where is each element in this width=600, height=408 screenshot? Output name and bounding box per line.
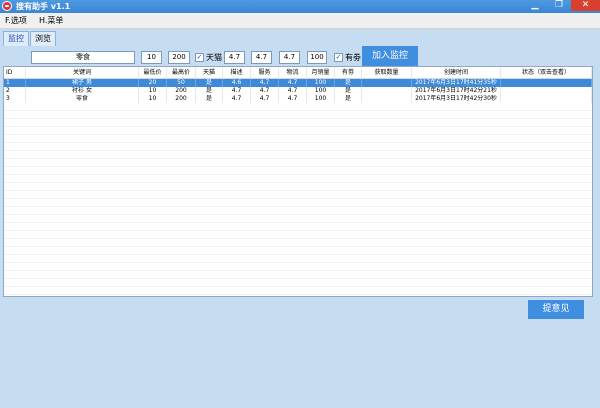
col-header-fetch-count[interactable]: 获取数量	[362, 67, 412, 78]
col-header-min-price[interactable]: 最低价	[139, 67, 167, 78]
describe-input[interactable]: 4.7	[224, 51, 245, 64]
col-header-tmall[interactable]: 天猫	[196, 67, 223, 78]
close-button[interactable]: ✕	[571, 0, 600, 11]
cell-service: 4.7	[251, 95, 279, 103]
cell-monthly-sales: 100	[307, 87, 335, 95]
cell-created-time: 2017年6月3日17时42分30秒	[412, 95, 501, 103]
col-header-logistics[interactable]: 物流	[279, 67, 307, 78]
cell-min-price: 10	[139, 87, 167, 95]
cell-keyword: 零食	[26, 95, 139, 103]
cell-tmall: 是	[196, 79, 223, 87]
app-icon	[2, 1, 12, 11]
feedback-button[interactable]: 提意见	[528, 300, 584, 319]
cell-tmall: 是	[196, 87, 223, 95]
monitor-table[interactable]: ID 关键词 最低价 最高价 天猫 描述 服务 物流 月销量 有劵 获取数量 创…	[3, 66, 593, 297]
tmall-checkbox[interactable]: ✓	[195, 53, 204, 62]
table-row[interactable]: 2 衬衫 女 10 200 是 4.7 4.7 4.7 100 是 2017年6…	[4, 87, 592, 95]
menu-bar: F.选项 H.菜单	[0, 13, 600, 29]
table-row[interactable]: 1 裙子 男 20 50 是 4.6 4.7 4.7 100 是 2017年6月…	[4, 79, 592, 87]
col-header-status[interactable]: 状态（双击查看）	[501, 67, 592, 78]
maximize-button[interactable]: ❐	[548, 0, 570, 11]
cell-monthly-sales: 100	[307, 79, 335, 87]
cell-monthly-sales: 100	[307, 95, 335, 103]
cell-status	[501, 87, 592, 95]
monthly-sales-input[interactable]: 100	[307, 51, 327, 64]
cell-service: 4.7	[251, 87, 279, 95]
cell-id: 1	[4, 79, 26, 87]
keyword-input[interactable]: 零食	[31, 51, 135, 64]
col-header-keyword[interactable]: 关键词	[26, 67, 139, 78]
cell-id: 3	[4, 95, 26, 103]
cell-fetch-count	[362, 87, 412, 95]
cell-describe: 4.6	[223, 79, 251, 87]
col-header-created-time[interactable]: 创建时间	[412, 67, 501, 78]
table-row[interactable]: 3 零食 10 200 是 4.7 4.7 4.7 100 是 2017年6月3…	[4, 95, 592, 103]
min-price-input[interactable]: 10	[141, 51, 162, 64]
tab-monitor[interactable]: 监控	[3, 31, 29, 46]
logistics-input[interactable]: 4.7	[279, 51, 300, 64]
cell-id: 2	[4, 87, 26, 95]
cell-describe: 4.7	[223, 87, 251, 95]
cell-max-price: 200	[167, 95, 196, 103]
cell-logistics: 4.7	[279, 79, 307, 87]
col-header-service[interactable]: 服务	[251, 67, 279, 78]
coupon-label: 有劵	[345, 53, 361, 62]
cell-coupon: 是	[335, 79, 362, 87]
cell-describe: 4.7	[223, 95, 251, 103]
cell-created-time: 2017年6月3日17时42分21秒	[412, 87, 501, 95]
table-header: ID 关键词 最低价 最高价 天猫 描述 服务 物流 月销量 有劵 获取数量 创…	[4, 67, 592, 79]
cell-created-time: 2017年6月3日17时41分35秒	[412, 79, 501, 87]
cell-status	[501, 95, 592, 103]
cell-coupon: 是	[335, 87, 362, 95]
title-bar: 搜有助手 v1.1 ▁ ❐ ✕	[0, 0, 600, 13]
tmall-label: 天猫	[206, 53, 222, 62]
menu-options[interactable]: F.选项	[5, 16, 27, 26]
cell-logistics: 4.7	[279, 87, 307, 95]
tab-browse[interactable]: 浏览	[30, 31, 56, 46]
cell-keyword: 衬衫 女	[26, 87, 139, 95]
cell-keyword: 裙子 男	[26, 79, 139, 87]
col-header-describe[interactable]: 描述	[223, 67, 251, 78]
cell-max-price: 200	[167, 87, 196, 95]
cell-fetch-count	[362, 95, 412, 103]
cell-service: 4.7	[251, 79, 279, 87]
cell-status	[501, 79, 592, 87]
table-empty-area	[4, 103, 592, 296]
coupon-checkbox[interactable]: ✓	[334, 53, 343, 62]
tab-strip: 监控 浏览	[0, 29, 600, 46]
menu-menu[interactable]: H.菜单	[39, 16, 63, 26]
monitor-form: 零食 10 200 ✓ 天猫 4.7 4.7 4.7 100 ✓ 有劵 加入监控	[2, 46, 598, 66]
service-input[interactable]: 4.7	[251, 51, 272, 64]
add-monitor-button[interactable]: 加入监控	[362, 46, 418, 66]
cell-min-price: 10	[139, 95, 167, 103]
minimize-button[interactable]: ▁	[524, 0, 546, 11]
col-header-id[interactable]: ID	[4, 67, 26, 78]
cell-logistics: 4.7	[279, 95, 307, 103]
cell-max-price: 50	[167, 79, 196, 87]
cell-min-price: 20	[139, 79, 167, 87]
max-price-input[interactable]: 200	[168, 51, 190, 64]
cell-coupon: 是	[335, 95, 362, 103]
cell-fetch-count	[362, 79, 412, 87]
col-header-coupon[interactable]: 有劵	[335, 67, 362, 78]
cell-tmall: 是	[196, 95, 223, 103]
window-title: 搜有助手 v1.1	[16, 2, 71, 11]
col-header-max-price[interactable]: 最高价	[167, 67, 196, 78]
col-header-monthly-sales[interactable]: 月销量	[307, 67, 335, 78]
